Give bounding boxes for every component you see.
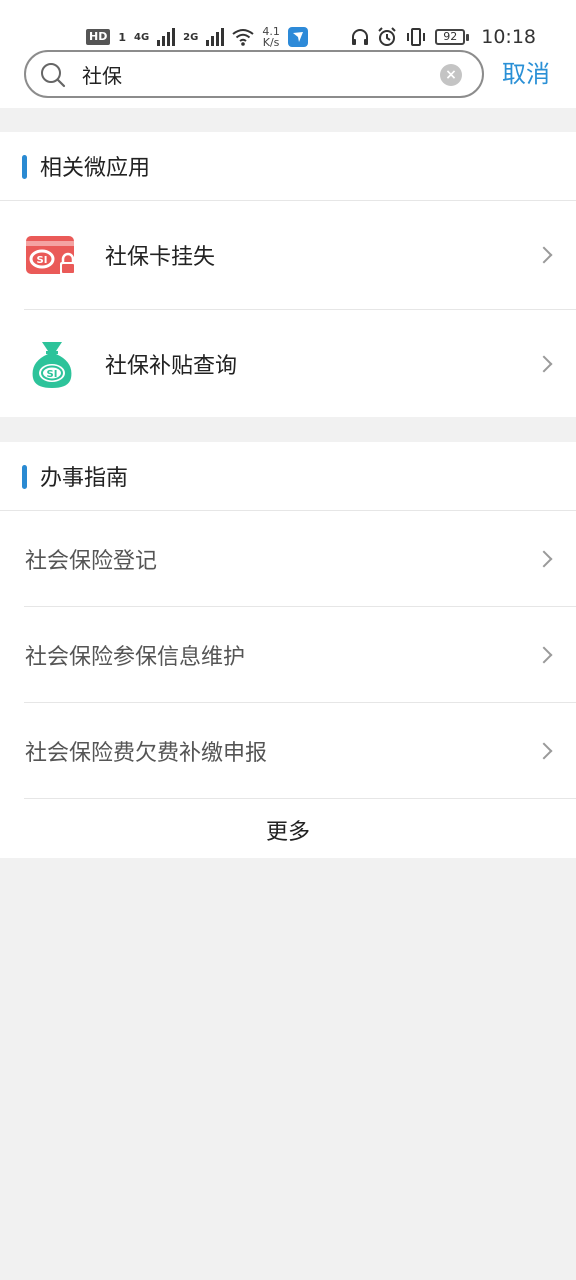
clear-search-button[interactable]: × [440,64,462,86]
service-guide-section: 办事指南 社会保险登记 社会保险参保信息维护 社会保险费欠费补缴申报 更多 [0,442,576,858]
network-type-2: 2G [183,31,199,43]
lock-card-icon: SI [26,236,76,275]
hd-badge: HD [86,29,111,45]
search-row: × 取消 [0,48,576,102]
chevron-right-icon [535,646,553,663]
guide-item-label: 社会保险参保信息维护 [25,644,246,670]
cancel-button[interactable]: 取消 [502,56,550,92]
alarm-icon [378,27,396,46]
guide-item-label: 社会保险登记 [25,548,158,574]
chevron-right-icon [535,246,553,264]
money-bag-icon: SI [32,342,72,388]
guide-item[interactable]: 社会保险费欠费补缴申报 [0,703,576,798]
chevron-right-icon [535,355,553,373]
wifi-icon [232,29,254,46]
search-input[interactable] [82,58,422,90]
chevron-right-icon [535,550,553,567]
speed-unit: K/s [262,36,280,49]
app-item-label: 社保卡挂失 [105,245,216,270]
guide-item-label: 社会保险费欠费补缴申报 [25,740,268,766]
battery-icon: 92 [435,29,470,45]
battery-level: 92 [435,29,466,45]
clock: 10:18 [481,26,536,48]
headphones-icon [352,29,369,45]
section-title: 办事指南 [0,442,576,510]
vibrate-icon [407,28,426,46]
header: HD 1 4G 2G 4.1 K/s 92 10:18 社保 × 取消 [0,0,576,108]
more-button[interactable]: 更多 [0,799,576,861]
chevron-right-icon [535,742,553,759]
search-box[interactable]: × [24,50,484,98]
sim-slot: 1 [118,30,126,44]
app-item-card-loss[interactable]: SI 社保卡挂失 [0,201,576,309]
network-speed: 4.1 K/s [262,26,280,48]
guide-item[interactable]: 社会保险参保信息维护 [0,607,576,702]
signal-icon [157,28,176,46]
svg-text:SI: SI [37,255,48,266]
app-item-label: 社保补贴查询 [105,354,238,379]
section-title: 相关微应用 [0,132,576,200]
guide-item[interactable]: 社会保险登记 [0,511,576,606]
page: HD 1 4G 2G 4.1 K/s 92 10:18 社保 × 取消 相关微应… [0,0,576,1280]
related-apps-section: 相关微应用 SI 社保卡挂失 SI 社保补贴查询 [0,132,576,417]
search-icon [41,63,66,88]
app-item-subsidy-query[interactable]: SI 社保补贴查询 [0,310,576,418]
network-type-1: 4G [134,31,150,43]
svg-text:SI: SI [47,369,58,380]
signal-icon-2 [206,28,225,46]
app-notification-icon [287,27,308,47]
